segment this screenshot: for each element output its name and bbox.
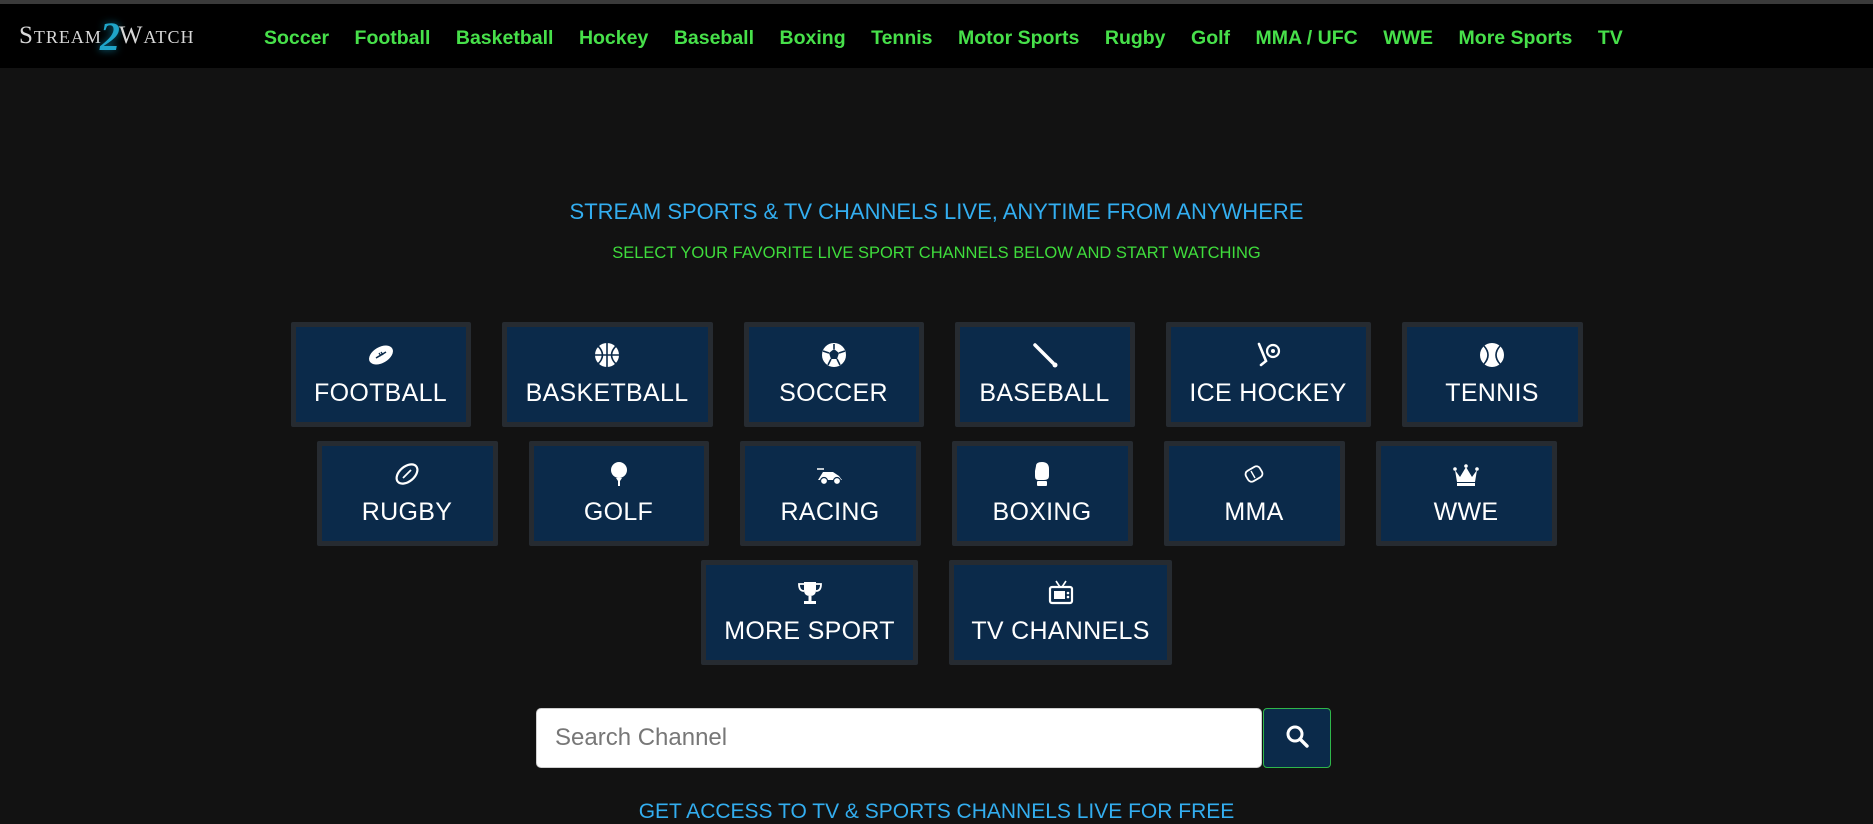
tile-football[interactable]: FOOTBALL [290,322,471,427]
tile-label: RUGBY [361,498,453,526]
tile-baseball[interactable]: BASEBALL [954,322,1135,427]
search-input[interactable] [536,708,1262,768]
access-banner: GET ACCESS TO TV & SPORTS CHANNELS LIVE … [638,800,1235,823]
tile-label: BASKETBALL [525,379,689,407]
nav-item-basketball[interactable]: Basketball [456,27,554,50]
nav-item-football[interactable]: Football [355,27,431,50]
hockey-stick-icon [1171,341,1366,369]
tile-more-sport[interactable]: MORE SPORT [701,560,918,665]
racing-car-icon [745,460,916,488]
boxing-glove-icon [957,460,1128,488]
baseball-bat-icon [960,341,1130,369]
tile-label: ICE HOCKEY [1189,379,1347,407]
tile-boxing[interactable]: BOXING [951,441,1133,546]
nav-item-motor-sports[interactable]: Motor Sports [958,27,1079,50]
nav-item-wwe[interactable]: WWE [1383,27,1433,50]
nav-item-mma-ufc[interactable]: MMA / UFC [1256,27,1358,50]
tile-label: MMA [1224,498,1284,526]
trophy-icon [706,579,913,607]
nav-item-tennis[interactable]: Tennis [871,27,932,50]
tile-soccer[interactable]: SOCCER [743,322,924,427]
logo-mark: 2 [99,13,121,59]
tile-label: BOXING [992,498,1092,526]
tile-label: MORE SPORT [724,617,895,645]
soccer-ball-icon [749,341,919,369]
nav-item-soccer[interactable]: Soccer [264,27,329,50]
nav-item-rugby[interactable]: Rugby [1105,27,1166,50]
tile-racing[interactable]: RACING [739,441,921,546]
tile-label: BASEBALL [979,379,1110,407]
logo-text-left: Stream [19,22,102,49]
tile-label: RACING [780,498,880,526]
tile-row-3: MORE SPORT TV CHANNELS [0,560,1873,665]
search-button[interactable] [1263,708,1331,768]
football-icon [296,341,466,369]
tile-row-1: FOOTBALL BASKETBALL SOCCER BASEBALL ICE … [0,322,1873,427]
nav-item-tv[interactable]: TV [1598,27,1623,50]
tile-golf[interactable]: GOLF [528,441,709,546]
mma-glove-icon [1169,460,1340,488]
tile-tennis[interactable]: TENNIS [1401,322,1583,427]
crown-icon [1381,460,1552,488]
tile-label: FOOTBALL [314,379,447,407]
tile-row-2: RUGBY GOLF RACING BOXING MMA WWE [0,441,1873,546]
tile-label: GOLF [583,498,654,526]
tile-label: TENNIS [1445,379,1539,407]
tile-tv-channels[interactable]: TV CHANNELS [949,560,1172,665]
tile-label: SOCCER [779,379,888,407]
site-logo[interactable]: Stream 2 Watch [19,13,195,59]
top-navbar: Stream 2 Watch Soccer Football Basketbal… [0,0,1873,68]
tile-basketball[interactable]: BASKETBALL [501,322,713,427]
nav-item-baseball[interactable]: Baseball [674,27,754,50]
channel-search [536,708,1331,768]
tile-label: WWE [1433,498,1499,526]
hero-subline: SELECT YOUR FAVORITE LIVE SPORT CHANNELS… [612,244,1261,262]
tile-mma[interactable]: MMA [1163,441,1345,546]
hero-headline: STREAM SPORTS & TV CHANNELS LIVE, ANYTIM… [569,199,1304,224]
tile-label: TV CHANNELS [971,617,1150,645]
nav-item-boxing[interactable]: Boxing [780,27,846,50]
nav-item-more-sports[interactable]: More Sports [1459,27,1573,50]
nav-item-hockey[interactable]: Hockey [579,27,648,50]
tile-ice-hockey[interactable]: ICE HOCKEY [1165,322,1371,427]
tennis-ball-icon [1407,341,1578,369]
rugby-ball-icon [322,460,493,488]
basketball-icon [507,341,708,369]
main-nav: Soccer Football Basketball Hockey Baseba… [264,14,1648,62]
tile-rugby[interactable]: RUGBY [316,441,498,546]
golf-ball-icon [534,460,704,488]
tv-icon [954,579,1167,607]
nav-item-golf[interactable]: Golf [1191,27,1230,50]
tile-wwe[interactable]: WWE [1375,441,1557,546]
search-icon [1285,724,1309,753]
logo-text-right: Watch [118,22,195,49]
